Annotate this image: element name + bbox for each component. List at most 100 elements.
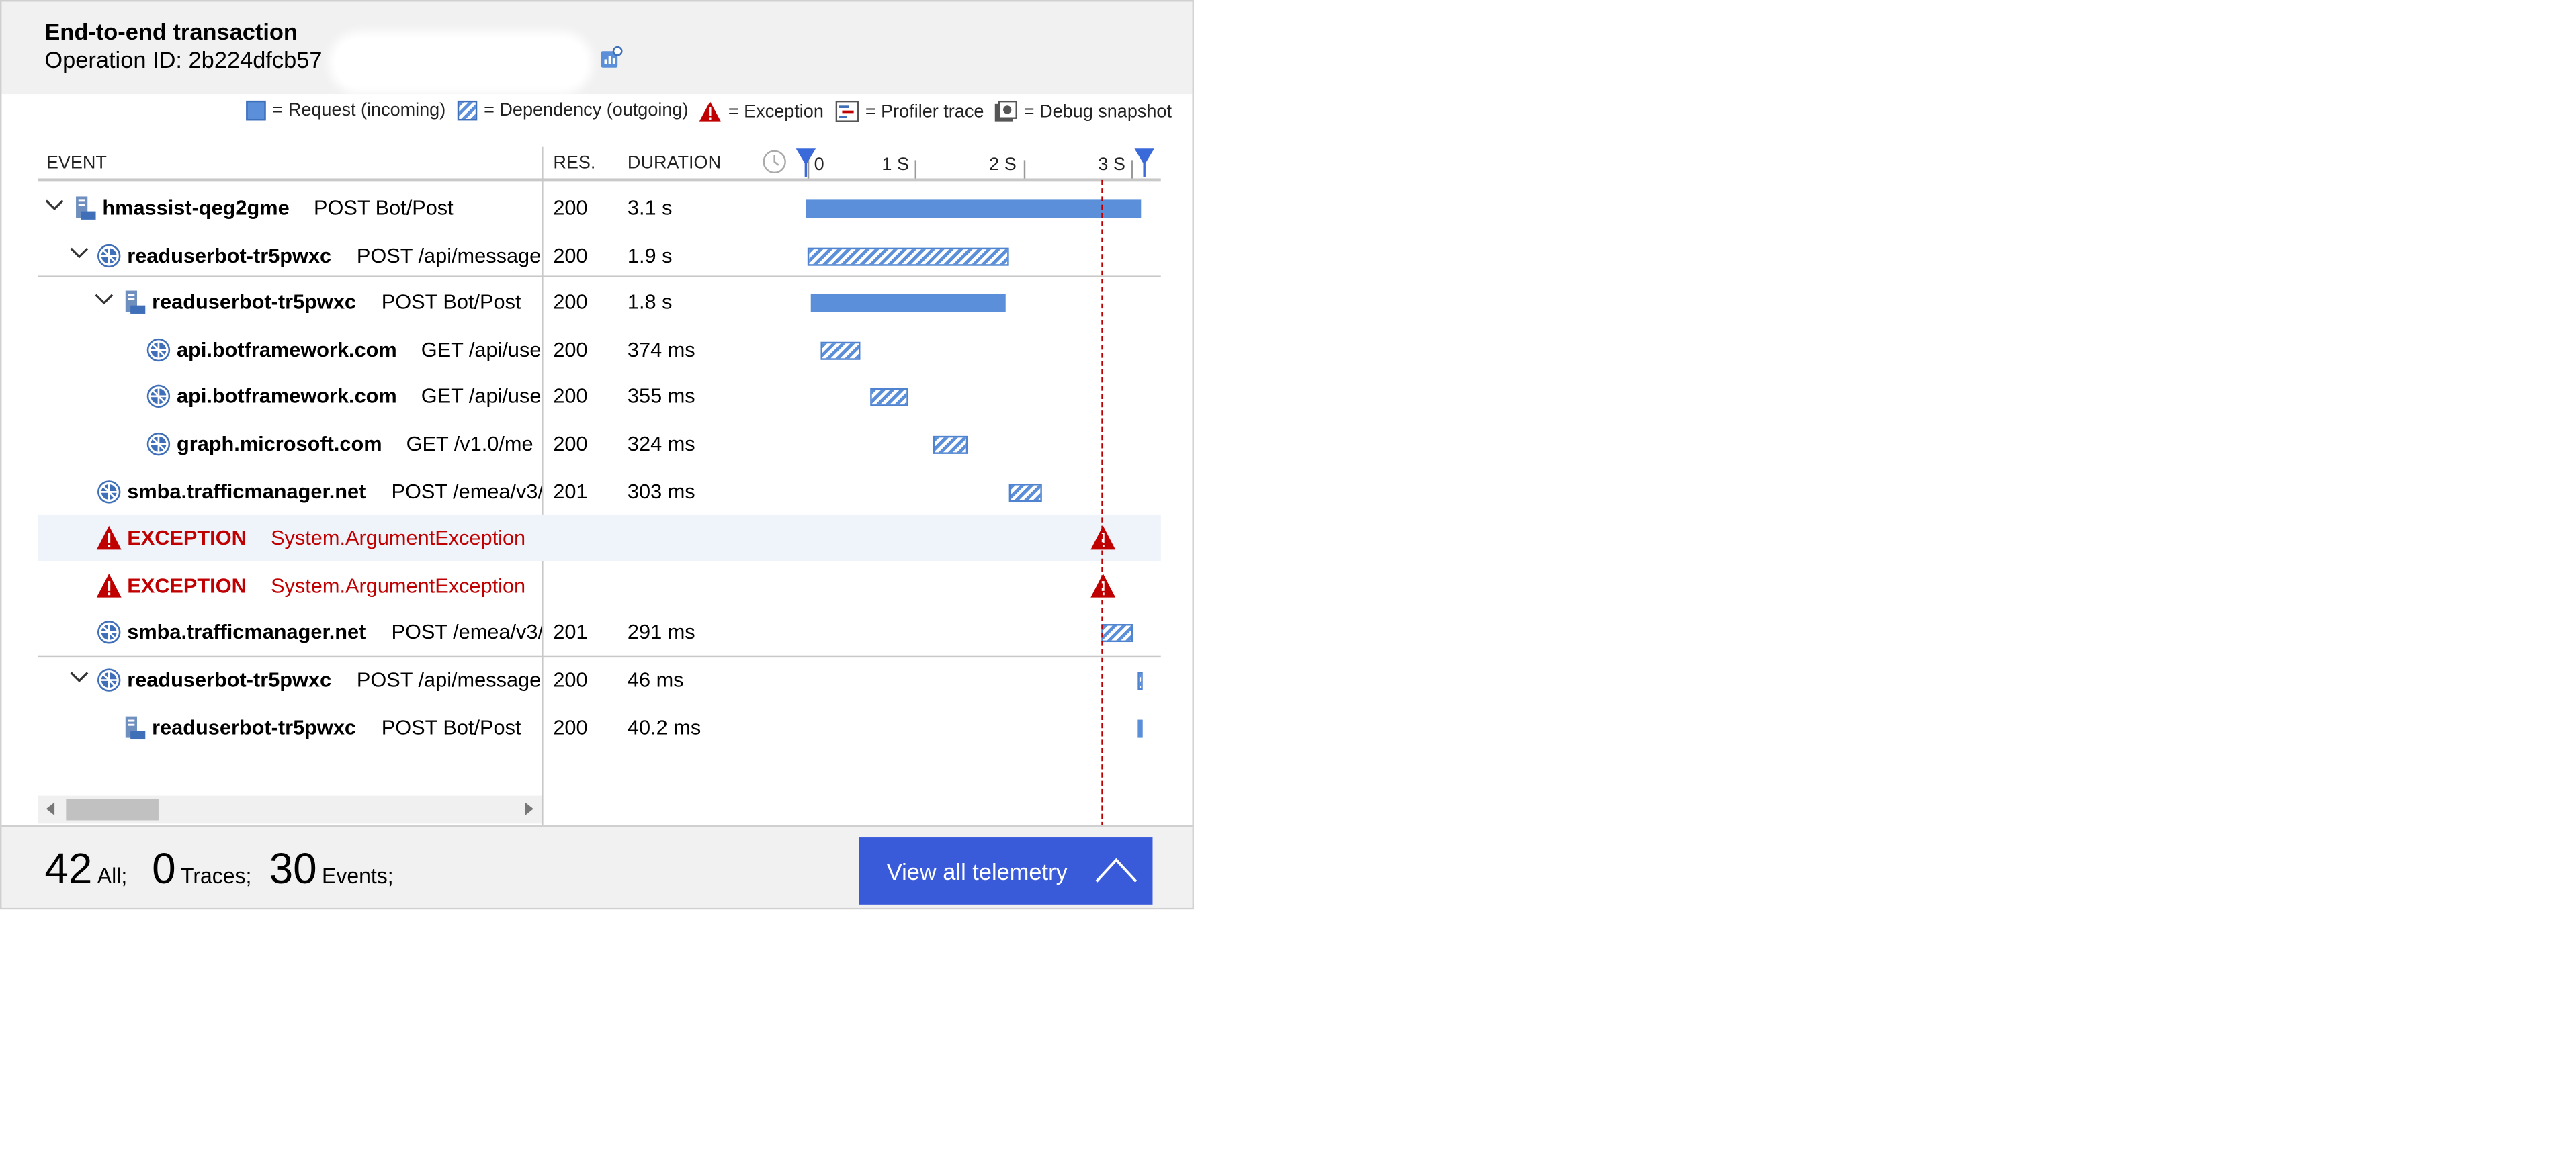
event-operation: POST Bot/Post bbox=[381, 715, 521, 739]
profiler-trace-icon bbox=[835, 100, 859, 122]
exception-row[interactable]: EXCEPTION System.ArgumentException bbox=[38, 515, 1161, 562]
event-name: readuserbot-tr5pwxc bbox=[127, 668, 332, 692]
duration-value: 1.8 s bbox=[627, 291, 673, 314]
chevron-down-icon[interactable] bbox=[69, 242, 89, 261]
globe-dependency-icon bbox=[146, 338, 171, 361]
transaction-panel: End-to-end transaction Operation ID: 2b2… bbox=[0, 0, 1194, 910]
request-bar[interactable] bbox=[811, 294, 1006, 312]
event-row[interactable]: readuserbot-tr5pwxc POST /api/messages 200… bbox=[38, 657, 1161, 703]
event-row[interactable]: readuserbot-tr5pwxc POST Bot/Post 200 1.8 s bbox=[38, 279, 1161, 326]
chevron-up-icon bbox=[1095, 858, 1137, 883]
legend-request: = Request (incoming) bbox=[246, 100, 446, 121]
horizontal-scrollbar[interactable] bbox=[38, 795, 542, 824]
globe-dependency-icon bbox=[146, 432, 171, 456]
dependency-bar[interactable] bbox=[820, 341, 861, 360]
operation-id: Operation ID: 2b224dfcb57 bbox=[44, 46, 323, 73]
event-cell: readuserbot-tr5pwxc POST /api/messages bbox=[38, 657, 542, 703]
redacted-area bbox=[335, 38, 587, 88]
event-row[interactable]: api.botframework.com GET /api/user 200 374 … bbox=[38, 326, 1161, 373]
exception-icon bbox=[96, 573, 122, 598]
traces-count: 0 bbox=[152, 843, 176, 893]
duration-value: 46 ms bbox=[627, 668, 684, 692]
event-cell: EXCEPTION System.ArgumentException bbox=[38, 515, 542, 561]
group-divider bbox=[38, 655, 1161, 658]
exception-type: System.ArgumentException bbox=[271, 574, 526, 598]
timeline-start-handle-icon[interactable] bbox=[794, 147, 817, 177]
stat-all[interactable]: 42 All; bbox=[44, 844, 127, 895]
result-code: 200 bbox=[553, 385, 588, 409]
duration-value: 291 ms bbox=[627, 621, 695, 645]
legend-request-label: = Request (incoming) bbox=[272, 100, 446, 121]
event-operation: POST Bot/Post bbox=[313, 196, 454, 220]
dependency-bar[interactable] bbox=[932, 435, 968, 454]
event-cell: readuserbot-tr5pwxc POST /api/messages bbox=[38, 232, 542, 279]
chevron-down-icon[interactable] bbox=[94, 289, 114, 309]
globe-dependency-icon bbox=[146, 385, 171, 409]
exception-marker-icon[interactable] bbox=[1090, 525, 1117, 551]
event-operation: GET /v1.0/me bbox=[406, 432, 533, 456]
legend-exception-label: = Exception bbox=[728, 101, 824, 122]
all-count: 42 bbox=[44, 843, 93, 893]
legend-debug: = Debug snapshot bbox=[994, 100, 1172, 122]
event-cell: smba.trafficmanager.net POST /emea/v3/c bbox=[38, 468, 542, 514]
event-name: readuserbot-tr5pwxc bbox=[152, 291, 357, 314]
event-cell: api.botframework.com GET /api/user bbox=[38, 326, 542, 373]
traces-label: Traces; bbox=[181, 863, 252, 889]
tick-label-2: 2 S bbox=[989, 155, 1017, 175]
event-row[interactable]: readuserbot-tr5pwxc POST Bot/Post 200 40.2 … bbox=[38, 704, 1161, 750]
legend-profiler-label: = Profiler trace bbox=[865, 101, 984, 122]
exception-icon bbox=[699, 101, 721, 122]
event-row[interactable]: smba.trafficmanager.net POST /emea/v3/c 20… bbox=[38, 468, 1161, 514]
chevron-down-icon[interactable] bbox=[44, 195, 64, 214]
globe-dependency-icon bbox=[97, 668, 121, 692]
event-row[interactable]: api.botframework.com GET /api/user 200 355 … bbox=[38, 373, 1161, 420]
result-code: 200 bbox=[553, 432, 588, 456]
request-bar[interactable] bbox=[806, 199, 1142, 218]
server-request-icon bbox=[125, 291, 146, 314]
column-header-res[interactable]: RES. bbox=[553, 154, 595, 173]
stat-events[interactable]: 30 Events; bbox=[269, 844, 394, 895]
duration-value: 1.9 s bbox=[627, 243, 673, 267]
request-swatch-icon bbox=[246, 100, 266, 121]
timeline-end-handle-icon[interactable] bbox=[1133, 147, 1156, 177]
all-label: All; bbox=[97, 863, 128, 889]
dependency-bar[interactable] bbox=[1102, 624, 1134, 643]
event-row[interactable]: readuserbot-tr5pwxc POST /api/messages 200… bbox=[38, 232, 1161, 279]
event-name: smba.trafficmanager.net bbox=[127, 621, 366, 645]
legend-debug-label: = Debug snapshot bbox=[1023, 101, 1172, 122]
group-divider bbox=[38, 275, 1161, 277]
scrollbar-thumb[interactable] bbox=[66, 799, 159, 821]
column-header-duration[interactable]: DURATION bbox=[628, 154, 721, 173]
event-row[interactable]: smba.trafficmanager.net POST /emea/v3/c 20… bbox=[38, 610, 1161, 656]
event-name: readuserbot-tr5pwxc bbox=[127, 243, 332, 267]
scroll-left-icon[interactable] bbox=[46, 802, 55, 816]
dependency-bar[interactable] bbox=[1137, 672, 1143, 690]
dependency-bar[interactable] bbox=[1008, 483, 1042, 502]
event-operation: GET /api/user bbox=[421, 338, 542, 361]
exception-row[interactable]: EXCEPTION System.ArgumentException bbox=[38, 563, 1161, 609]
event-name: smba.trafficmanager.net bbox=[127, 480, 366, 503]
tick-label-1: 1 S bbox=[882, 155, 910, 175]
event-operation: POST /api/messages bbox=[356, 243, 542, 267]
view-all-telemetry-button[interactable]: View all telemetry bbox=[859, 837, 1153, 905]
panel-header: End-to-end transaction Operation ID: 2b2… bbox=[1, 1, 1193, 95]
duration-value: 3.1 s bbox=[627, 196, 673, 220]
tick-1 bbox=[914, 160, 917, 180]
exception-marker-icon[interactable] bbox=[1090, 572, 1117, 598]
result-code: 200 bbox=[553, 196, 588, 220]
event-name: api.botframework.com bbox=[176, 385, 397, 409]
column-header-event[interactable]: EVENT bbox=[46, 154, 107, 173]
stat-traces[interactable]: 0 Traces; bbox=[152, 844, 251, 895]
dependency-bar[interactable] bbox=[870, 388, 909, 407]
dependency-bar[interactable] bbox=[808, 246, 1009, 265]
reset-zoom-icon[interactable] bbox=[761, 148, 787, 175]
event-row[interactable]: graph.microsoft.com GET /v1.0/me 200 324 ms bbox=[38, 421, 1161, 467]
request-bar[interactable] bbox=[1137, 719, 1143, 737]
chevron-down-icon[interactable] bbox=[69, 667, 89, 686]
scroll-right-icon[interactable] bbox=[525, 802, 533, 816]
events-label: Events; bbox=[322, 863, 394, 889]
event-row[interactable]: hmassist-qeg2gme POST Bot/Post 200 3.1 s bbox=[38, 185, 1161, 231]
operation-search-icon[interactable] bbox=[599, 46, 623, 69]
result-code: 200 bbox=[553, 338, 588, 361]
tick-2 bbox=[1023, 160, 1026, 180]
